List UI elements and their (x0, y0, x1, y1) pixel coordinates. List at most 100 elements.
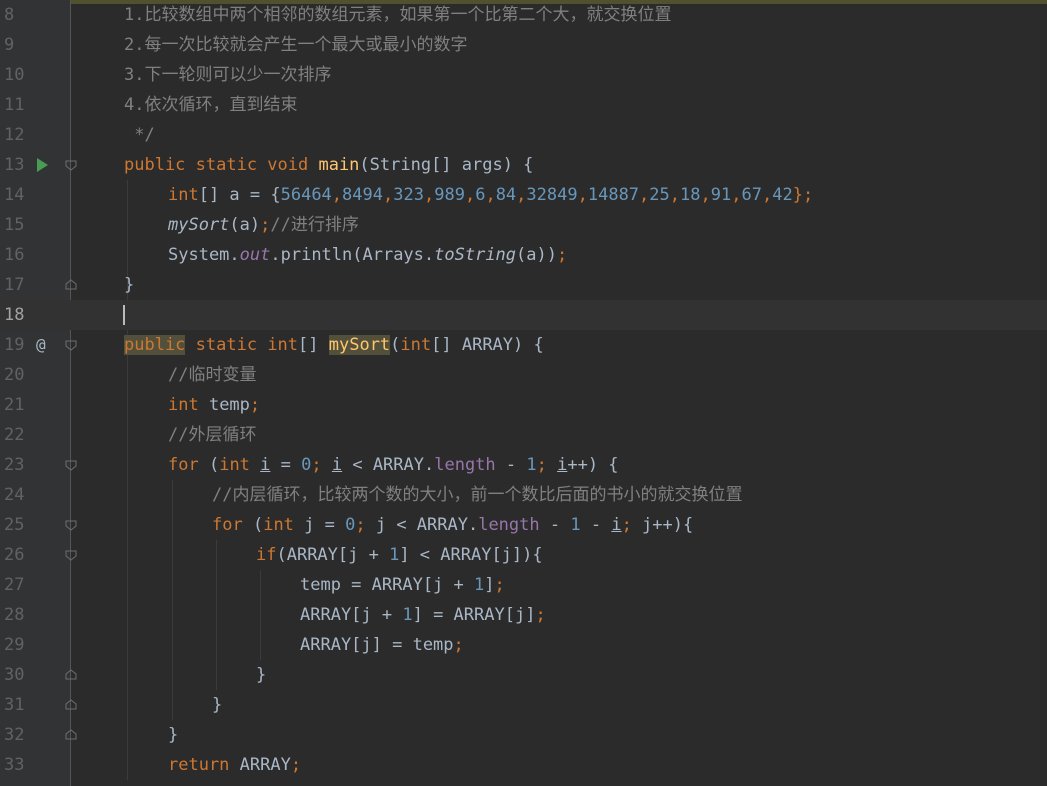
number-literal: 25 (649, 185, 670, 205)
code-line[interactable]: 16 System.out.println(Arrays.toString(a)… (0, 240, 1047, 270)
fold-marker-icon[interactable] (65, 159, 77, 171)
field-name: length (478, 515, 540, 535)
code-fragment: ] = ARRAY[j] (412, 605, 536, 625)
code-fragment: j = (304, 515, 346, 535)
fold-marker-icon[interactable] (65, 339, 77, 351)
line-number: 8 (4, 5, 15, 25)
code-fragment: j < ARRAY. (375, 515, 479, 535)
line-number: 19 (4, 335, 25, 355)
keyword: return (168, 755, 240, 775)
code-fragment: temp (208, 395, 250, 415)
code-line[interactable]: 23 for (int i = 0; i < ARRAY.length - 1;… (0, 450, 1047, 480)
override-icon[interactable]: @ (36, 330, 46, 360)
keyword: int (400, 335, 432, 355)
code-line[interactable]: 14 int[] a = {56464,8494,323,989,6,84,32… (0, 180, 1047, 210)
code-fragment: ARRAY[j] = temp (300, 635, 454, 655)
current-line[interactable]: 18 (0, 300, 1047, 330)
code-line[interactable]: 26 if(ARRAY[j + 1] < ARRAY[j]){ (0, 540, 1047, 570)
number-literal: 0 (301, 455, 312, 475)
comment-text: //进行排序 (270, 215, 359, 235)
code-line[interactable]: 19 @ public static int[] mySort(int[] AR… (0, 330, 1047, 360)
keyword: int (267, 335, 299, 355)
comment-text: //内层循环，比较两个数的大小，前一个数比后面的书小的就交换位置 (212, 485, 743, 505)
run-icon[interactable] (37, 158, 48, 172)
comment-text: 2.每一次比较就会产生一个最大或最小的数字 (124, 35, 468, 55)
number-literal: 1 (570, 515, 581, 535)
line-number: 27 (4, 575, 25, 595)
code-fragment: System. (168, 245, 240, 265)
code-text: public static void main(String[] args) { (124, 150, 533, 180)
keyword: for (212, 515, 253, 535)
fold-marker-icon[interactable] (65, 459, 77, 471)
line-number: 22 (4, 425, 25, 445)
code-fragment: (String[] args) { (359, 155, 534, 175)
code-line[interactable]: 25 for (int j = 0; j < ARRAY.length - 1 … (0, 510, 1047, 540)
semicolon: ; (290, 755, 302, 775)
comment-text: 1.比较数组中两个相邻的数组元素，如果第一个比第二个大，就交换位置 (124, 5, 672, 25)
comment-text: */ (124, 125, 155, 145)
code-line[interactable]: 30 } (0, 660, 1047, 690)
code-editor[interactable]: 8 1.比较数组中两个相邻的数组元素，如果第一个比第二个大，就交换位置 9 2.… (0, 0, 1047, 786)
code-line[interactable]: 22 //外层循环 (0, 420, 1047, 450)
code-fragment: - (539, 515, 571, 535)
loop-variable: i (331, 455, 343, 475)
closing-brace: } (124, 275, 135, 295)
method-call: toString (434, 245, 517, 265)
code-line[interactable]: 24 //内层循环，比较两个数的大小，前一个数比后面的书小的就交换位置 (0, 480, 1047, 510)
code-line[interactable]: 20 //临时变量 (0, 360, 1047, 390)
fold-end-icon[interactable] (65, 699, 77, 711)
code-line[interactable]: 21 int temp; (0, 390, 1047, 420)
fold-marker-icon[interactable] (65, 519, 77, 531)
code-text: mySort(a);//进行排序 (168, 210, 359, 240)
code-text: ARRAY[j + 1] = ARRAY[j]; (300, 600, 546, 630)
keyword: for (168, 455, 209, 475)
code-line[interactable]: 27 temp = ARRAY[j + 1]; (0, 570, 1047, 600)
code-fragment: temp = ARRAY[j + (300, 575, 474, 595)
code-fragment: (ARRAY[j + (276, 545, 390, 565)
line-number: 13 (4, 155, 25, 175)
line-number: 25 (4, 515, 25, 535)
line-number: 23 (4, 455, 25, 475)
line-number: 28 (4, 605, 25, 625)
code-line[interactable]: 15 mySort(a);//进行排序 (0, 210, 1047, 240)
line-number: 20 (4, 365, 25, 385)
code-fragment: = (270, 455, 302, 475)
number-literal: 1 (389, 545, 400, 565)
fold-end-icon[interactable] (65, 669, 77, 681)
line-number: 24 (4, 485, 25, 505)
code-line[interactable]: 28 ARRAY[j + 1] = ARRAY[j]; (0, 600, 1047, 630)
fold-end-icon[interactable] (65, 729, 77, 741)
code-text: for (int i = 0; i < ARRAY.length - 1; i+… (168, 450, 619, 480)
code-line[interactable]: 17 } (0, 270, 1047, 300)
code-line[interactable]: 9 2.每一次比较就会产生一个最大或最小的数字 (0, 30, 1047, 60)
semicolon: ; (453, 635, 464, 655)
code-fragment: j++){ (642, 515, 694, 535)
code-line[interactable]: 13 public static void main(String[] args… (0, 150, 1047, 180)
code-fragment: [] a = { (198, 185, 281, 205)
code-text: int[] a = {56464,8494,323,989,6,84,32849… (168, 185, 814, 205)
number-literal: 91 (710, 185, 732, 205)
number-literal: 989 (434, 185, 465, 205)
line-number: 16 (4, 245, 25, 265)
code-line[interactable]: 32 } (0, 720, 1047, 750)
code-fragment: ] < ARRAY[j]){ (399, 545, 543, 565)
number-literal: 1 (526, 455, 537, 475)
code-text: if(ARRAY[j + 1] < ARRAY[j]){ (256, 540, 543, 570)
fold-end-icon[interactable] (65, 279, 77, 291)
keyword: int (168, 185, 199, 205)
code-line[interactable]: 11 4.依次循环，直到结束 (0, 90, 1047, 120)
keyword: public (124, 335, 186, 355)
keyword: int (168, 395, 209, 415)
code-line[interactable]: 33 return ARRAY; (0, 750, 1047, 780)
loop-variable: i (611, 515, 622, 535)
code-line[interactable]: 10 3.下一轮则可以少一次排序 (0, 60, 1047, 90)
code-line[interactable]: 31 } (0, 690, 1047, 720)
comment-text: //临时变量 (168, 365, 257, 385)
code-line[interactable]: 8 1.比较数组中两个相邻的数组元素，如果第一个比第二个大，就交换位置 (0, 0, 1047, 30)
number-literal: 323 (393, 185, 424, 205)
fold-marker-icon[interactable] (65, 549, 77, 561)
code-text: ARRAY[j] = temp; (300, 630, 464, 660)
code-line[interactable]: 29 ARRAY[j] = temp; (0, 630, 1047, 660)
comment-text: //外层循环 (168, 425, 257, 445)
code-line[interactable]: 12 */ (0, 120, 1047, 150)
